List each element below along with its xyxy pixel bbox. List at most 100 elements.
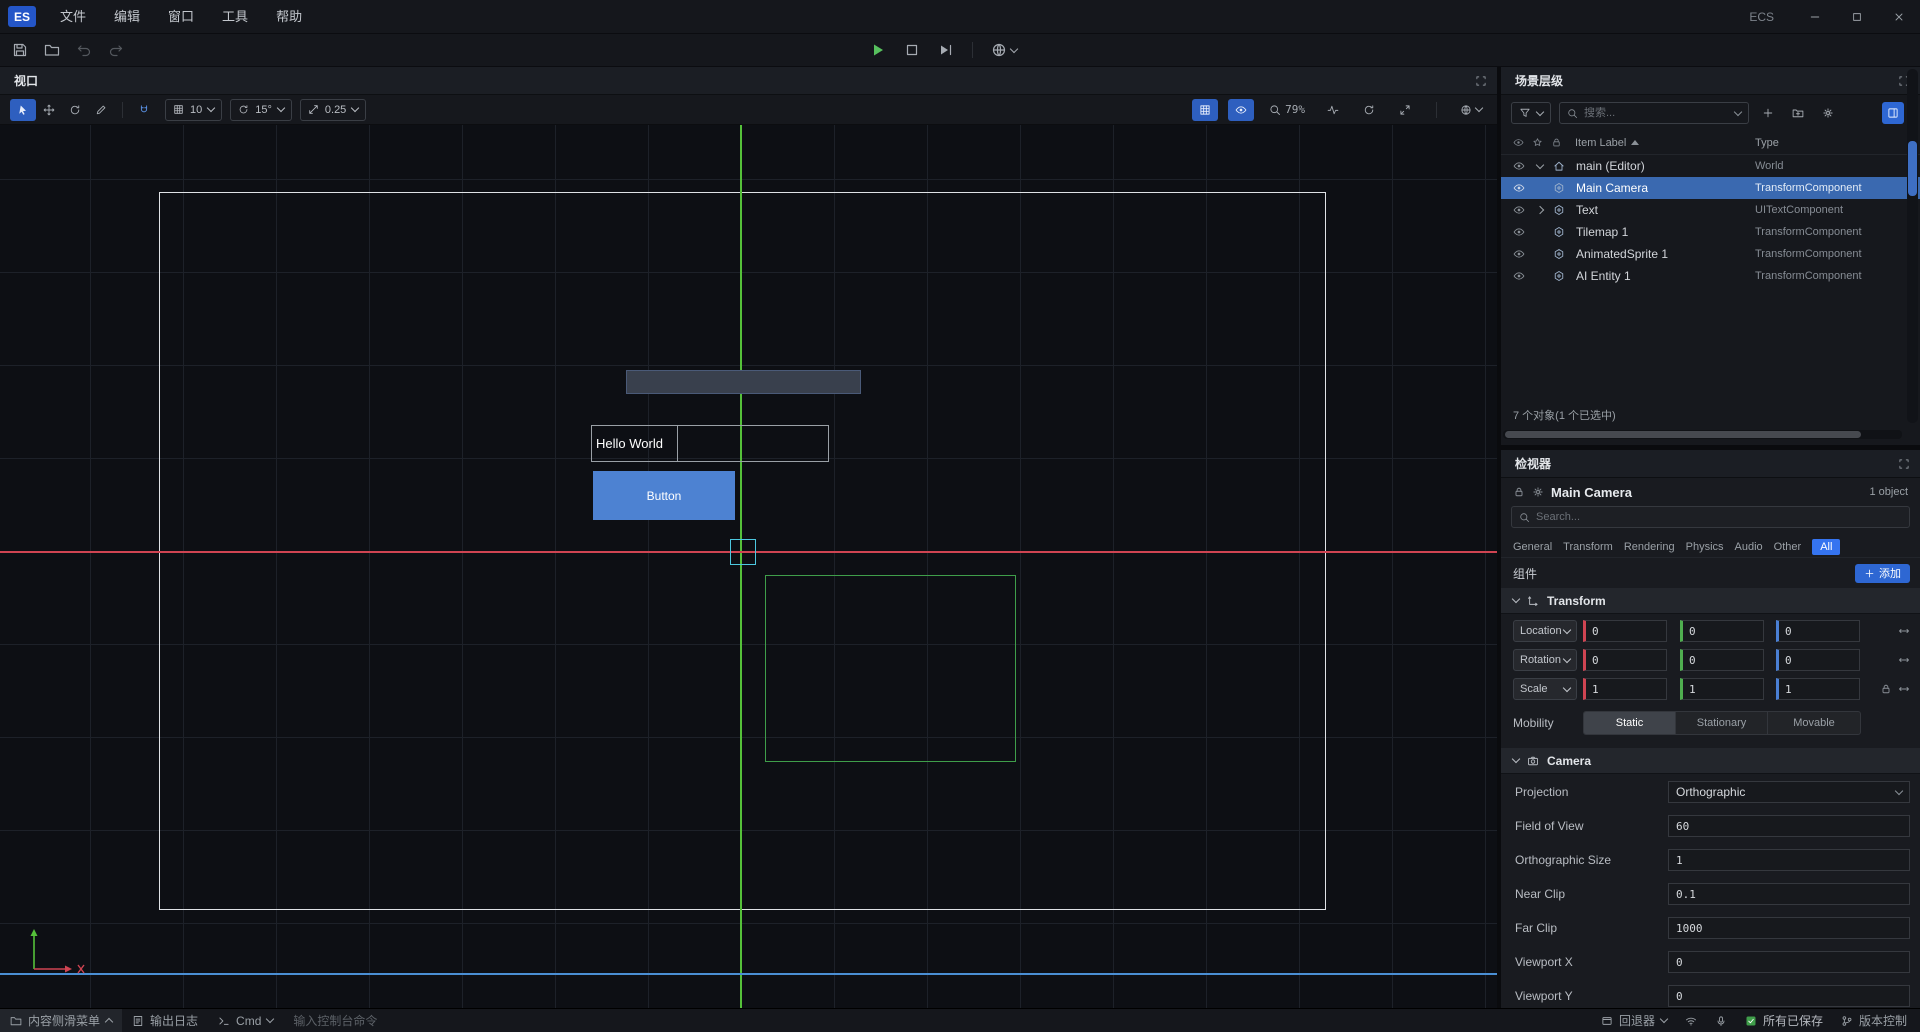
near-clip-field[interactable]: [1668, 883, 1910, 905]
transform-section-header[interactable]: Transform: [1501, 588, 1920, 614]
viewport-y-field[interactable]: [1668, 985, 1910, 1007]
ui-slider-object[interactable]: [626, 370, 861, 394]
scale-z-field[interactable]: [1776, 678, 1860, 700]
location-x-field[interactable]: [1583, 620, 1667, 642]
hierarchy-search-input[interactable]: [1584, 107, 1729, 119]
rotate-snap-dropdown[interactable]: 15°: [230, 99, 292, 121]
camera-section-header[interactable]: Camera: [1501, 748, 1920, 774]
scale-dropdown[interactable]: Scale: [1513, 678, 1577, 700]
panel-layout-button[interactable]: [1882, 102, 1904, 124]
tab-transform[interactable]: Transform: [1563, 541, 1613, 553]
visibility-toggle[interactable]: [1513, 226, 1537, 238]
save-status[interactable]: 所有已保存: [1738, 1012, 1830, 1029]
visibility-toggle[interactable]: [1513, 182, 1537, 194]
lock-scale-icon[interactable]: [1880, 683, 1892, 695]
location-z-field[interactable]: [1776, 620, 1860, 642]
version-control-button[interactable]: 版本控制: [1834, 1012, 1914, 1029]
filter-button[interactable]: [1511, 102, 1551, 124]
hierarchy-row-main-camera[interactable]: Main Camera TransformComponent: [1501, 177, 1920, 199]
star-icon[interactable]: [1532, 137, 1543, 148]
rollback-dropdown[interactable]: 回退器: [1594, 1012, 1674, 1029]
mobility-static-button[interactable]: Static: [1584, 712, 1676, 734]
rotation-x-field[interactable]: [1583, 649, 1667, 671]
inspector-expand-button[interactable]: [1898, 458, 1910, 470]
output-log-button[interactable]: 输出日志: [122, 1009, 208, 1032]
reset-values-icon[interactable]: [1898, 654, 1910, 666]
viewport-x-field[interactable]: [1668, 951, 1910, 973]
mobility-movable-button[interactable]: Movable: [1768, 712, 1860, 734]
new-folder-button[interactable]: [1787, 102, 1809, 124]
scale-y-field[interactable]: [1680, 678, 1764, 700]
hierarchy-row-tilemap[interactable]: Tilemap 1 TransformComponent: [1501, 221, 1920, 243]
move-tool-button[interactable]: [36, 99, 62, 121]
hierarchy-horizontal-scrollbar[interactable]: [1503, 430, 1902, 439]
app-logo[interactable]: ES: [8, 6, 36, 27]
expand-caret[interactable]: [1537, 165, 1553, 168]
location-dropdown[interactable]: Location: [1513, 620, 1577, 642]
reset-values-icon[interactable]: [1898, 683, 1910, 695]
scrollbar-thumb[interactable]: [1908, 141, 1917, 196]
column-item-label[interactable]: Item Label: [1575, 137, 1626, 149]
zoom-control[interactable]: 79%: [1264, 99, 1310, 121]
hierarchy-row-ai-entity[interactable]: AI Entity 1 TransformComponent: [1501, 265, 1920, 287]
tab-rendering[interactable]: Rendering: [1624, 541, 1675, 553]
maximize-button[interactable]: [1836, 0, 1878, 33]
menu-edit[interactable]: 编辑: [100, 0, 154, 34]
play-button[interactable]: [870, 42, 886, 58]
scrollbar-thumb[interactable]: [1505, 431, 1861, 438]
rotation-z-field[interactable]: [1776, 649, 1860, 671]
add-component-button[interactable]: 添加: [1855, 564, 1910, 583]
menu-window[interactable]: 窗口: [154, 0, 208, 34]
location-y-field[interactable]: [1680, 620, 1764, 642]
selection-box[interactable]: [730, 539, 756, 565]
hierarchy-settings-button[interactable]: [1817, 102, 1839, 124]
minimize-button[interactable]: [1794, 0, 1836, 33]
menu-help[interactable]: 帮助: [262, 0, 316, 34]
visibility-toggle[interactable]: [1513, 160, 1537, 172]
tab-other[interactable]: Other: [1774, 541, 1802, 553]
console-command-input[interactable]: 输入控制台命令: [283, 1009, 387, 1032]
tab-general[interactable]: General: [1513, 541, 1552, 553]
field-of-view-field[interactable]: [1668, 815, 1910, 837]
scene-canvas[interactable]: Hello World Button: [0, 125, 1497, 1008]
menu-file[interactable]: 文件: [46, 0, 100, 34]
reset-values-icon[interactable]: [1898, 625, 1910, 637]
grid-snap-dropdown[interactable]: 10: [165, 99, 222, 121]
column-type[interactable]: Type: [1755, 137, 1779, 149]
content-drawer-button[interactable]: 内容侧滑菜单: [0, 1009, 122, 1032]
visibility-toggle[interactable]: [1513, 270, 1537, 282]
hierarchy-search[interactable]: [1559, 102, 1749, 124]
button-object[interactable]: Button: [593, 471, 735, 520]
edit-tool-button[interactable]: [88, 99, 114, 121]
network-status-button[interactable]: [1678, 1015, 1704, 1027]
stop-button[interactable]: [904, 42, 920, 58]
viewport-expand-button[interactable]: [1475, 75, 1487, 87]
lock-icon[interactable]: [1513, 486, 1525, 498]
reset-view-button[interactable]: [1356, 99, 1382, 121]
mic-button[interactable]: [1708, 1015, 1734, 1027]
platform-select-button[interactable]: [991, 42, 1017, 58]
add-entity-button[interactable]: [1757, 102, 1779, 124]
mobility-stationary-button[interactable]: Stationary: [1676, 712, 1768, 734]
scale-x-field[interactable]: [1583, 678, 1667, 700]
hierarchy-row-world[interactable]: main (Editor) World: [1501, 155, 1920, 177]
save-button[interactable]: [12, 42, 28, 58]
projection-select[interactable]: Orthographic: [1668, 781, 1910, 803]
grid-visibility-button[interactable]: [1192, 99, 1218, 121]
expand-caret[interactable]: [1537, 207, 1553, 213]
undo-button[interactable]: [76, 42, 92, 58]
rotation-y-field[interactable]: [1680, 649, 1764, 671]
menu-tools[interactable]: 工具: [208, 0, 262, 34]
tab-audio[interactable]: Audio: [1735, 541, 1763, 553]
step-forward-button[interactable]: [938, 42, 954, 58]
lock-icon[interactable]: [1551, 137, 1562, 148]
tilemap-bounds-rect[interactable]: [765, 575, 1016, 762]
rotate-tool-button[interactable]: [62, 99, 88, 121]
orthographic-size-field[interactable]: [1668, 849, 1910, 871]
snap-toggle-button[interactable]: [131, 99, 157, 121]
world-options-button[interactable]: [1455, 99, 1487, 121]
text-object[interactable]: Hello World: [591, 425, 829, 462]
gizmo-visibility-button[interactable]: [1228, 99, 1254, 121]
visibility-toggle[interactable]: [1513, 204, 1537, 216]
eye-icon[interactable]: [1513, 137, 1524, 148]
